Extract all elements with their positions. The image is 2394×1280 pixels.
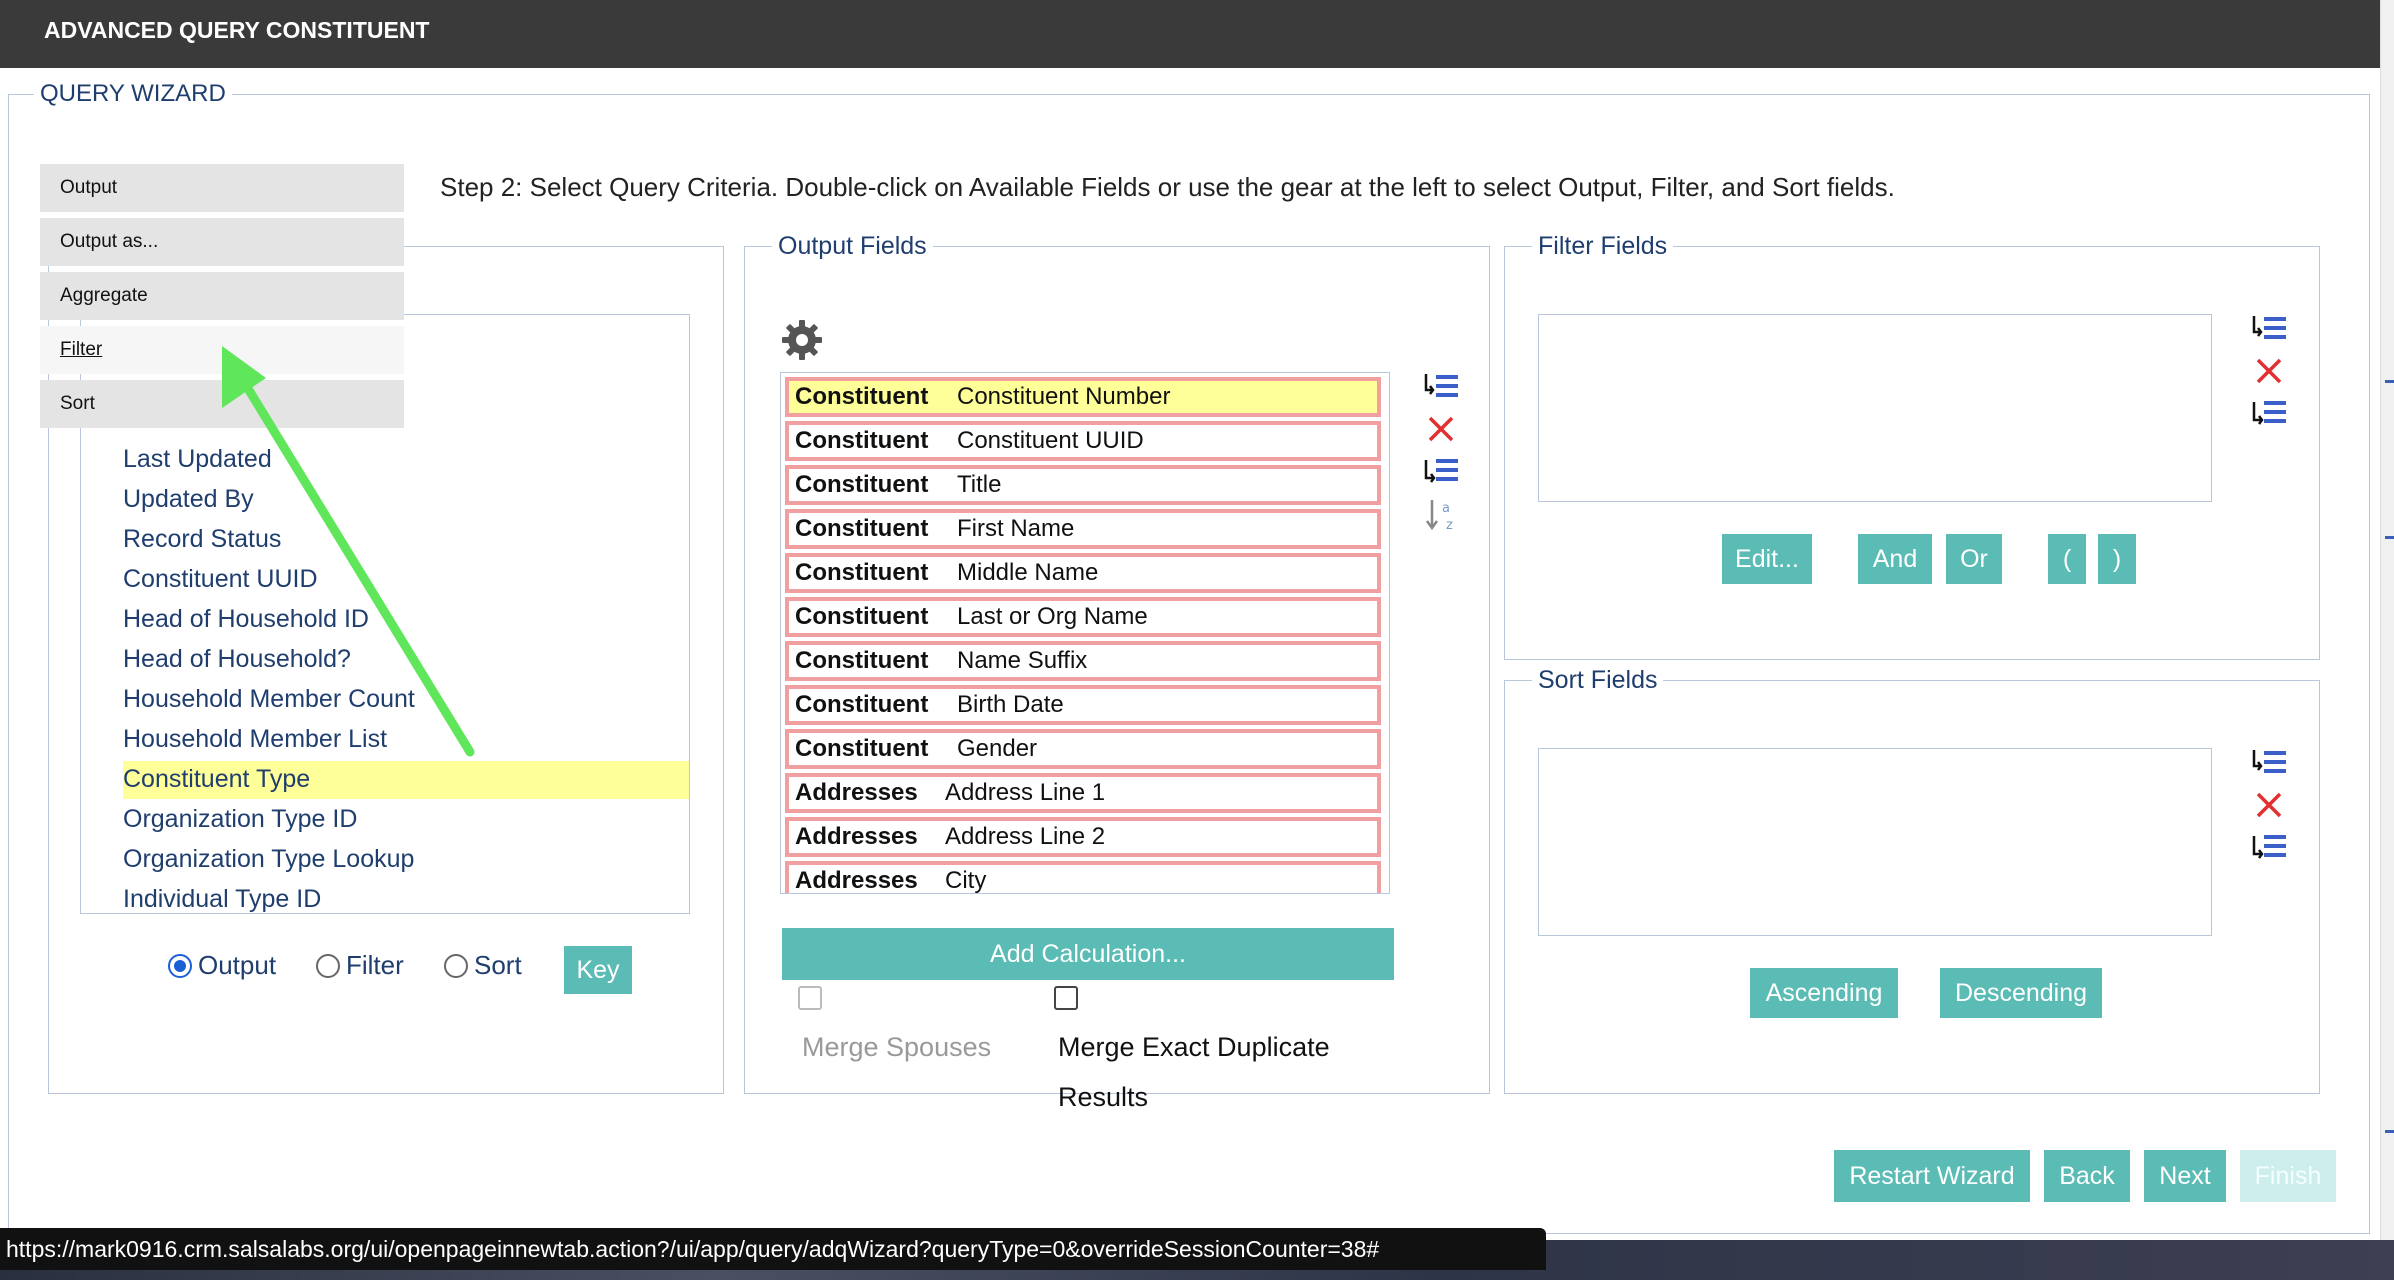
output-fields-title: Output Fields (772, 232, 933, 261)
filter-fields-list[interactable] (1538, 314, 2212, 502)
radio-label: Sort (474, 950, 522, 980)
and-button[interactable]: And (1858, 534, 1932, 584)
ascending-button[interactable]: Ascending (1750, 968, 1898, 1018)
table-row[interactable]: Constituent First Name (785, 509, 1381, 549)
edit-button[interactable]: Edit... (1722, 534, 1812, 584)
table-row[interactable]: Constituent Middle Name (785, 553, 1381, 593)
merge-duplicates-label: Merge Exact Duplicate (1058, 1032, 1330, 1062)
insert-list-icon[interactable] (2252, 398, 2288, 428)
list-item[interactable]: Record Status (123, 525, 281, 554)
delete-x-icon[interactable] (1426, 414, 1456, 444)
merge-duplicates-checkbox[interactable] (1054, 986, 1078, 1010)
wizard-title: QUERY WIZARD (34, 80, 232, 108)
next-button[interactable]: Next (2144, 1150, 2226, 1202)
sort-fields-list[interactable] (1538, 748, 2212, 936)
radio-button[interactable] (168, 953, 192, 978)
table-row[interactable]: Constituent Constituent UUID (785, 421, 1381, 461)
output-fields-list[interactable]: Constituent Constituent Number Constitue… (780, 372, 1390, 894)
window-title: ADVANCED QUERY CONSTITUENT (0, 0, 2380, 68)
table-row[interactable]: Addresses Address Line 2 (785, 817, 1381, 857)
menu-item-output-as[interactable]: Output as... (40, 218, 404, 266)
or-button[interactable]: Or (1946, 534, 2002, 584)
list-item[interactable]: Organization Type ID (123, 805, 357, 834)
list-item[interactable]: Individual Type ID (123, 885, 321, 913)
table-row[interactable]: Constituent Constituent Number (785, 377, 1381, 417)
gear-context-menu: Output Output as... Aggregate Filter Sor… (40, 164, 404, 434)
menu-item-sort[interactable]: Sort (40, 380, 404, 428)
radio-filter[interactable]: Filter (316, 950, 404, 981)
page-scrollbar[interactable] (2380, 0, 2394, 1280)
radio-button[interactable] (444, 953, 468, 978)
key-button[interactable]: Key (564, 946, 632, 994)
close-paren-button[interactable]: ) (2098, 534, 2136, 584)
table-row[interactable]: Addresses City (785, 861, 1381, 893)
list-item[interactable]: Updated By (123, 485, 254, 514)
list-item[interactable]: Household Member Count (123, 685, 415, 714)
insert-list-icon[interactable] (1424, 456, 1460, 486)
restart-wizard-button[interactable]: Restart Wizard (1834, 1150, 2030, 1202)
add-list-icon[interactable] (2252, 314, 2288, 344)
table-row[interactable]: Constituent Last or Org Name (785, 597, 1381, 637)
merge-spouses-label: Merge Spouses (802, 1032, 992, 1062)
radio-button[interactable] (316, 953, 340, 978)
table-row[interactable]: Constituent Gender (785, 729, 1381, 769)
table-row[interactable]: Constituent Birth Date (785, 685, 1381, 725)
add-list-icon[interactable] (1424, 372, 1460, 402)
list-item[interactable]: Organization Type Lookup (123, 845, 414, 874)
status-bar-url: https://mark0916.crm.salsalabs.org/ui/op… (0, 1228, 1546, 1270)
back-button[interactable]: Back (2044, 1150, 2130, 1202)
list-item[interactable]: Head of Household ID (123, 605, 369, 634)
menu-item-filter[interactable]: Filter (40, 326, 404, 374)
menu-item-output[interactable]: Output (40, 164, 404, 212)
table-row[interactable]: Addresses Address Line 1 (785, 773, 1381, 813)
step-instructions: Step 2: Select Query Criteria. Double-cl… (440, 172, 1895, 202)
menu-item-aggregate[interactable]: Aggregate (40, 272, 404, 320)
svg-text:z: z (1446, 518, 1453, 532)
open-paren-button[interactable]: ( (2048, 534, 2086, 584)
svg-text:a: a (1442, 501, 1450, 516)
merge-spouses-checkbox[interactable] (798, 986, 822, 1010)
list-item[interactable]: Head of Household? (123, 645, 351, 674)
finish-button[interactable]: Finish (2240, 1150, 2336, 1202)
list-item[interactable]: Household Member List (123, 725, 387, 754)
add-calculation-button[interactable]: Add Calculation... (782, 928, 1394, 980)
gear-icon[interactable] (778, 316, 826, 364)
list-item-selected[interactable]: Constituent Type (123, 761, 689, 799)
radio-sort[interactable]: Sort (444, 950, 522, 981)
table-row[interactable]: Constituent Name Suffix (785, 641, 1381, 681)
sort-fields-title: Sort Fields (1532, 666, 1664, 695)
table-row[interactable]: Constituent Title (785, 465, 1381, 505)
delete-x-icon[interactable] (2254, 356, 2284, 386)
filter-fields-title: Filter Fields (1532, 232, 1674, 261)
descending-button[interactable]: Descending (1940, 968, 2102, 1018)
sort-az-icon[interactable]: a z (1424, 498, 1460, 532)
radio-label: Output (198, 950, 277, 980)
radio-label: Filter (346, 950, 404, 980)
add-list-icon[interactable] (2252, 748, 2288, 778)
radio-output[interactable]: Output (168, 950, 276, 981)
list-item[interactable]: Constituent UUID (123, 565, 318, 594)
list-item[interactable]: Last Updated (123, 445, 272, 474)
merge-duplicates-label-cont: Results (1058, 1082, 1149, 1112)
delete-x-icon[interactable] (2254, 790, 2284, 820)
insert-list-icon[interactable] (2252, 832, 2288, 862)
